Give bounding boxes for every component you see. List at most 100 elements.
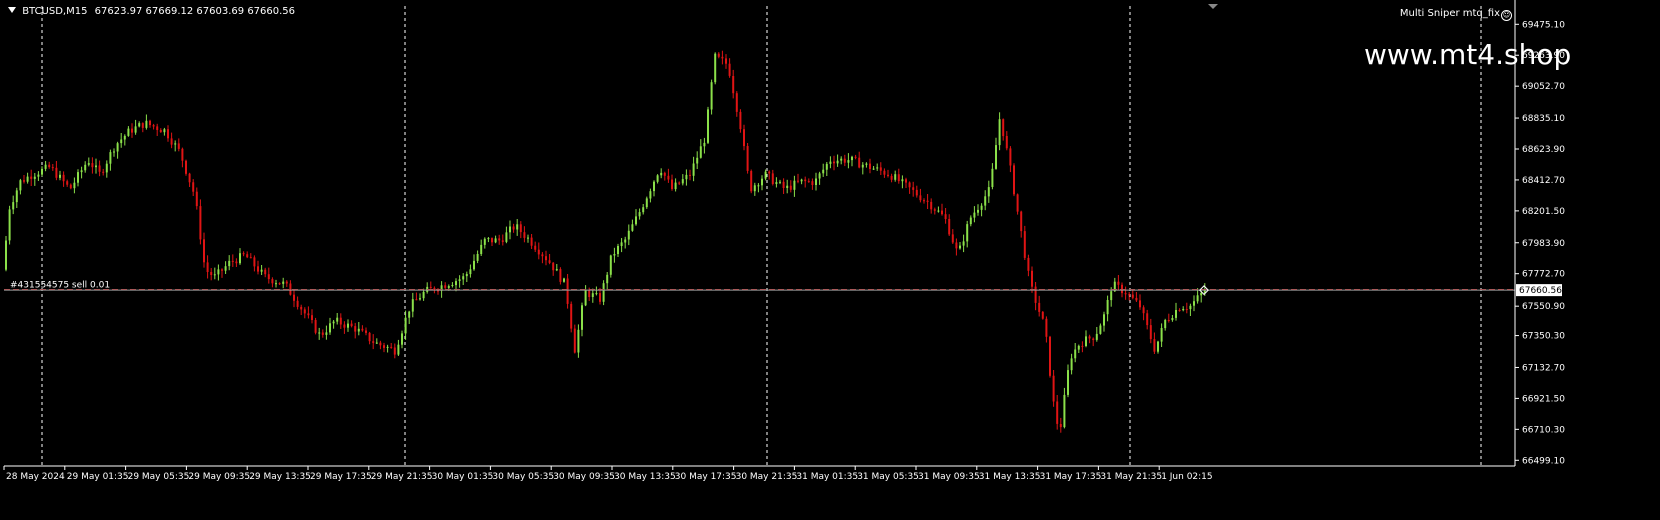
candle-body — [332, 321, 335, 324]
candle-body — [404, 317, 407, 334]
candle-body — [444, 285, 447, 288]
candle-body — [818, 173, 821, 179]
candle-body — [8, 209, 11, 241]
candle-body — [235, 261, 238, 264]
time-tick-label: 30 May 09:35 — [553, 472, 615, 482]
candle-body — [314, 320, 317, 333]
symbol-header: BTCUSD,M15 67623.97 67669.12 67603.69 67… — [8, 6, 295, 17]
candle-body — [977, 209, 979, 213]
candle-body — [1175, 310, 1177, 318]
time-tick-label: 30 May 01:35 — [432, 472, 494, 482]
time-tick-label: 1 Jun 02:15 — [1161, 472, 1212, 482]
candle-body — [624, 239, 627, 243]
candle-body — [725, 58, 727, 64]
candle-body — [437, 290, 439, 292]
candle-body — [383, 345, 385, 348]
price-chart[interactable]: #431554575 sell 0.01 69475.1069263.90690… — [0, 0, 1660, 520]
time-tick-label: 29 May 05:35 — [128, 472, 190, 482]
candle-body — [739, 111, 742, 130]
price-tick-label: 66499.10 — [1522, 456, 1565, 466]
time-tick-label: 29 May 01:35 — [67, 472, 129, 482]
candle-body — [1146, 313, 1149, 326]
candle-body — [635, 216, 637, 225]
candle-body — [51, 167, 54, 169]
candle-body — [577, 329, 580, 353]
candle-body — [771, 173, 774, 184]
price-tick-label: 66710.30 — [1522, 425, 1565, 435]
candle-body — [419, 298, 421, 300]
candle-body — [23, 180, 25, 182]
candle-body — [703, 142, 706, 147]
candle-body — [120, 139, 123, 144]
candle-body — [260, 269, 263, 272]
candle-body — [1031, 270, 1033, 287]
candle-body — [645, 198, 648, 208]
candle-body — [41, 168, 43, 175]
candle-body — [1085, 336, 1087, 346]
candle-body — [113, 151, 115, 153]
candle-body — [365, 330, 367, 333]
time-tick-label: 31 May 17:35 — [1040, 472, 1102, 482]
candle-body — [825, 163, 828, 170]
candle-body — [617, 246, 619, 254]
candle-body — [77, 172, 79, 183]
dropdown-triangle-icon[interactable] — [8, 7, 16, 13]
candle-body — [33, 176, 36, 179]
candle-body — [249, 257, 252, 259]
candle-body — [185, 160, 187, 174]
candle-body — [1103, 314, 1105, 326]
candle-body — [465, 274, 468, 277]
candle-body — [1041, 311, 1044, 319]
candle-body — [192, 182, 195, 192]
candle-body — [797, 180, 799, 182]
candle-body — [307, 313, 310, 316]
candle-body — [912, 187, 915, 190]
candle-body — [591, 293, 594, 297]
candle-body — [350, 323, 353, 327]
candle-body — [948, 219, 951, 235]
time-axis[interactable]: 28 May 2024 29 May 01:35 29 May 05:35 29 Ma… — [3, 465, 1515, 482]
candle-body — [919, 195, 922, 201]
candle-body — [905, 179, 907, 183]
candle-body — [329, 323, 331, 333]
candle-body — [869, 163, 871, 169]
candle-body — [653, 181, 655, 192]
candle-body — [462, 276, 465, 280]
candle-body — [861, 164, 864, 168]
candle-body — [732, 76, 735, 94]
candle-body — [357, 328, 360, 332]
scroll-marker-icon — [1208, 4, 1218, 9]
price-tick-label: 67983.90 — [1522, 239, 1565, 249]
time-tick-label: 30 May 13:35 — [614, 472, 676, 482]
candle-body — [487, 238, 490, 240]
candle-body — [1095, 333, 1098, 340]
candle-body — [246, 254, 249, 258]
candle-body — [451, 285, 454, 286]
candle-body — [710, 82, 713, 110]
candle-body — [393, 347, 396, 355]
candle-body — [228, 260, 231, 267]
order-label: #431554575 sell 0.01 — [10, 280, 110, 290]
candle-body — [498, 238, 501, 241]
chart-window[interactable]: #431554575 sell 0.01 69475.10 69263.90 690… — [0, 0, 1660, 520]
candle-body — [469, 269, 472, 275]
vertical-period-separators — [41, 6, 1482, 466]
candle-body — [386, 346, 389, 348]
candle-body — [152, 125, 155, 127]
price-tick-label: 67772.70 — [1522, 270, 1565, 280]
candle-body — [1189, 305, 1192, 310]
candle-body — [177, 143, 180, 149]
candle-body — [264, 269, 267, 275]
candle-body — [156, 126, 159, 130]
candle-body — [609, 255, 612, 275]
candle-body — [685, 174, 688, 180]
time-tick-label: 29 May 13:35 — [249, 472, 311, 482]
candle-body — [1013, 165, 1015, 195]
candle-body — [12, 202, 15, 210]
candle-body — [62, 174, 65, 182]
candle-body — [955, 242, 958, 249]
candle-body — [530, 237, 533, 246]
candle-body — [937, 210, 940, 212]
candle-body — [545, 256, 547, 261]
candle-body — [923, 200, 925, 202]
